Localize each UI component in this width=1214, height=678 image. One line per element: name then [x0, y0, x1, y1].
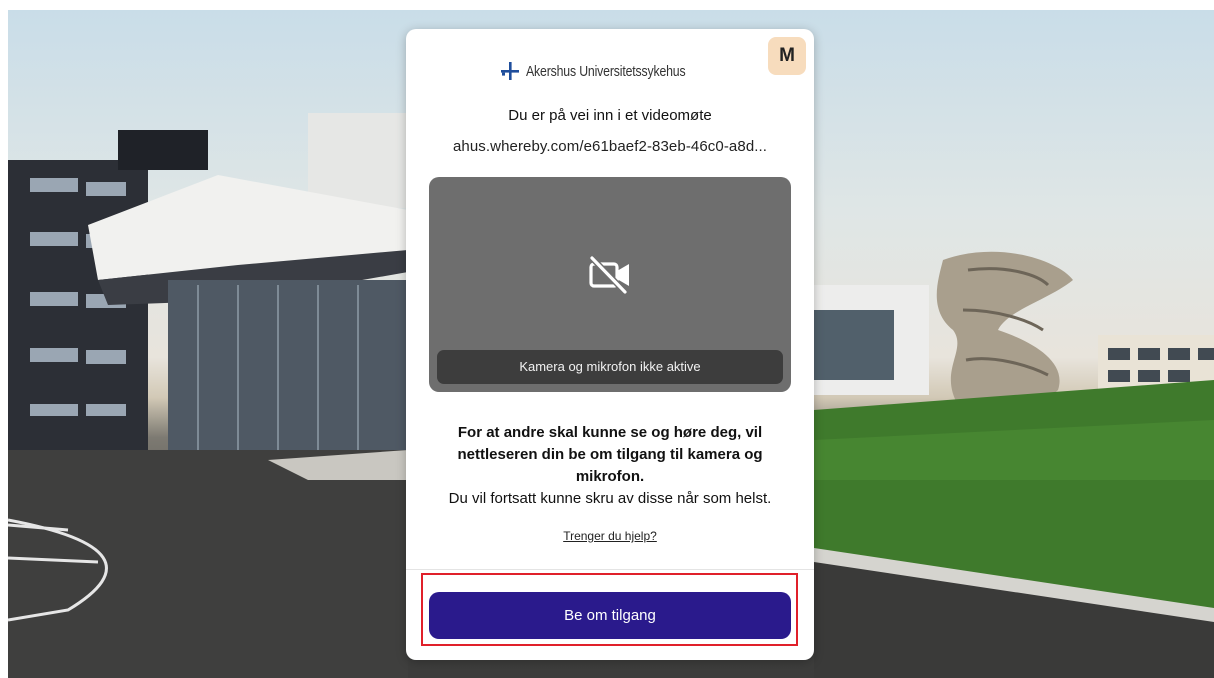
info-line-3: mikrofon. — [575, 468, 645, 485]
brand-name: Akershus Universitetssykehus — [525, 62, 686, 80]
camera-off-icon — [589, 255, 629, 295]
page-title: Du er på vei inn i et videomøte — [508, 107, 712, 124]
ahus-cross-icon — [500, 62, 519, 80]
user-avatar[interactable]: M — [768, 37, 806, 75]
permission-info: For at andre skal kunne se og høre deg, … — [426, 422, 794, 510]
info-line-2: nettleseren din be om tilgang til kamera… — [457, 446, 763, 463]
request-access-button[interactable]: Be om tilgang — [429, 592, 791, 639]
help-container: Trenger du hjelp? — [406, 529, 814, 543]
info-line-1: For at andre skal kunne se og høre deg, … — [457, 424, 763, 441]
brand-logo: Akershus Universitetssykehus — [406, 59, 814, 83]
info-line-4: Du vil fortsatt kunne skru av disse når … — [448, 490, 772, 507]
meeting-url: ahus.whereby.com/e61baef2-83eb-46c0-a8d.… — [452, 138, 768, 155]
meeting-join-card: Akershus Universitetssykehus M Du er på … — [406, 29, 814, 660]
camera-preview: Kamera og mikrofon ikke aktive — [429, 177, 791, 392]
viewport: Akershus Universitetssykehus M Du er på … — [0, 0, 1214, 678]
help-link[interactable]: Trenger du hjelp? — [563, 529, 657, 543]
divider — [406, 569, 814, 570]
media-status-pill: Kamera og mikrofon ikke aktive — [437, 350, 783, 384]
